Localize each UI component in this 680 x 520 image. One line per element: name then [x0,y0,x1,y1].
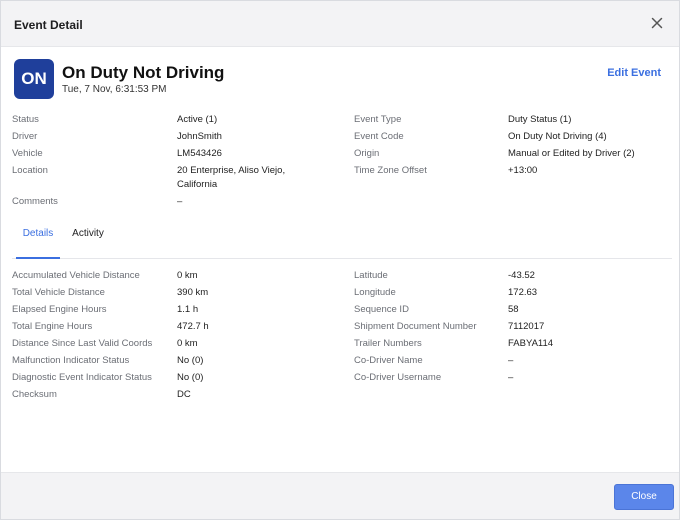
detail-label: Checksum [12,389,57,400]
detail-row: Sequence ID 58 [354,304,672,321]
detail-row: Co-Driver Username – [354,372,672,389]
detail-row: Elapsed Engine Hours 1.1 h [12,304,342,321]
detail-row: Latitude -43.52 [354,270,672,287]
event-detail-modal: Event Detail ON On Duty Not Driving Tue,… [0,0,680,520]
detail-label: Co-Driver Name [354,355,423,366]
detail-value: No (0) [177,355,204,366]
modal-header: Event Detail [1,1,679,47]
close-button[interactable]: Close [614,484,674,510]
detail-label: Trailer Numbers [354,338,422,349]
detail-value: 390 km [177,287,209,298]
detail-tabs: Details Activity [12,219,672,259]
detail-value: – [508,372,514,383]
detail-value: No (0) [177,372,204,383]
info-label: Driver [12,131,38,142]
info-value: JohnSmith [177,131,222,142]
detail-row: Shipment Document Number 7112017 [354,321,672,338]
info-row-origin: Origin Manual or Edited by Driver (2) [354,148,672,165]
info-row-comments: Comments – [12,196,342,213]
modal-footer: Close [1,472,679,519]
detail-label: Distance Since Last Valid Coords [12,338,153,349]
detail-value: -43.52 [508,270,535,281]
info-value: On Duty Not Driving (4) [508,131,607,142]
details-right-column: Latitude -43.52 Longitude 172.63 Sequence … [354,270,672,389]
info-row-driver: Driver JohnSmith [12,131,342,148]
detail-value: 7112017 [508,321,545,332]
info-right-column: Event Type Duty Status (1) Event Code On… [354,114,672,182]
info-label: Comments [12,196,58,207]
detail-value: 172.63 [508,287,538,298]
tab-details[interactable]: Details [16,219,60,259]
info-label: Event Type [354,114,402,125]
info-row-time-zone-offset: Time Zone Offset +13:00 [354,165,672,182]
detail-value: 58 [508,304,519,315]
tab-activity[interactable]: Activity [70,219,106,259]
info-left-column: Status Active (1) Driver JohnSmith Vehic… [12,114,342,213]
detail-value: FABYA114 [508,338,554,349]
info-row-vehicle: Vehicle LM543426 [12,148,342,165]
duty-status-badge: ON [14,59,54,99]
detail-row: Malfunction Indicator Status No (0) [12,355,342,372]
event-title: On Duty Not Driving [62,63,225,82]
info-row-status: Status Active (1) [12,114,342,131]
detail-row: Longitude 172.63 [354,287,672,304]
detail-label: Co-Driver Username [354,372,442,383]
detail-row: Trailer Numbers FABYA114 [354,338,672,355]
detail-row: Diagnostic Event Indicator Status No (0) [12,372,342,389]
detail-label: Malfunction Indicator Status [12,355,130,366]
info-row-event-code: Event Code On Duty Not Driving (4) [354,131,672,148]
close-icon[interactable] [649,15,665,31]
info-label: Origin [354,148,380,159]
detail-value: DC [177,389,191,400]
detail-label: Diagnostic Event Indicator Status [12,372,152,383]
info-value: LM543426 [177,148,222,159]
detail-value: 0 km [177,338,198,349]
info-value: Active (1) [177,114,218,125]
event-timestamp: Tue, 7 Nov, 6:31:53 PM [62,84,167,95]
detail-label: Total Engine Hours [12,321,93,332]
detail-label: Latitude [354,270,388,281]
detail-label: Elapsed Engine Hours [12,304,107,315]
edit-event-link[interactable]: Edit Event [607,67,661,79]
info-row-event-type: Event Type Duty Status (1) [354,114,672,131]
info-label: Location [12,165,48,176]
details-left-column: Accumulated Vehicle Distance 0 km Total V… [12,270,342,406]
info-label: Status [12,114,39,125]
info-value: – [177,196,183,207]
detail-label: Sequence ID [354,304,409,315]
info-value-line2: California [177,179,218,190]
detail-row: Checksum DC [12,389,342,406]
detail-value: 0 km [177,270,198,281]
detail-label: Accumulated Vehicle Distance [12,270,140,281]
info-value: 20 Enterprise, Aliso Viejo, [177,165,286,176]
detail-label: Shipment Document Number [354,321,477,332]
detail-row: Total Vehicle Distance 390 km [12,287,342,304]
detail-row: Total Engine Hours 472.7 h [12,321,342,338]
info-label: Vehicle [12,148,43,159]
info-label: Time Zone Offset [354,165,427,176]
detail-row: Co-Driver Name – [354,355,672,372]
detail-value: 472.7 h [177,321,209,332]
modal-title: Event Detail [14,18,83,32]
detail-row: Distance Since Last Valid Coords 0 km [12,338,342,355]
detail-row: Accumulated Vehicle Distance 0 km [12,270,342,287]
info-value: Duty Status (1) [508,114,572,125]
detail-value: – [508,355,514,366]
detail-label: Total Vehicle Distance [12,287,105,298]
detail-label: Longitude [354,287,396,298]
info-value: +13:00 [508,165,538,176]
info-label: Event Code [354,131,404,142]
info-value: Manual or Edited by Driver (2) [508,148,635,159]
info-row-location: Location 20 Enterprise, Aliso Viejo, Cal… [12,165,342,196]
detail-value: 1.1 h [177,304,199,315]
